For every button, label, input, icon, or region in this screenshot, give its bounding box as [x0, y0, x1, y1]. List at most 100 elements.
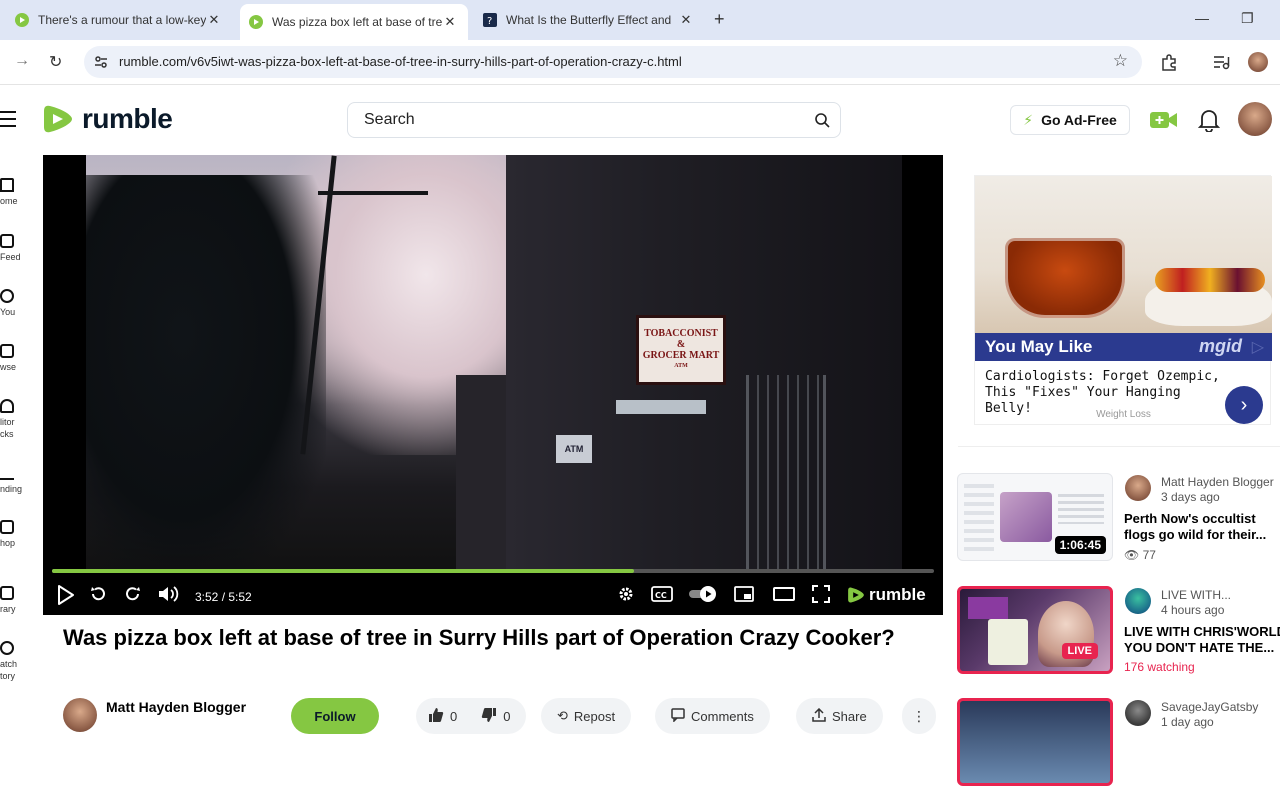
recommended-thumbnail[interactable]: LIVE [957, 586, 1113, 674]
share-button[interactable]: Share [796, 698, 883, 734]
ad-chevron-right-icon[interactable]: › [1225, 386, 1263, 424]
thumbs-down-icon[interactable] [481, 707, 497, 726]
sidebar-item-feed[interactable]: Feed [0, 234, 30, 263]
rumble-favicon-icon [248, 14, 264, 30]
user-avatar[interactable] [1238, 102, 1272, 136]
thumbs-up-icon[interactable] [428, 707, 444, 726]
close-tab-icon[interactable]: ✕ [678, 12, 694, 28]
thumb-text-lines [1058, 494, 1104, 524]
video-player[interactable]: TOBACCONIST & GROCER MART ATM ATM 3:52 /… [43, 155, 943, 615]
tab-title: Was pizza box left at base of tre [272, 15, 442, 29]
channel-avatar[interactable] [63, 698, 97, 732]
reload-icon[interactable]: ↻ [49, 52, 62, 72]
video-title: Was pizza box left at base of tree in Su… [63, 625, 895, 650]
sidebar-item-watch-history[interactable]: atch tory [0, 641, 30, 682]
media-controls-icon[interactable] [1213, 54, 1231, 75]
channel-avatar[interactable] [1125, 588, 1151, 614]
settings-gear-icon[interactable] [617, 585, 635, 608]
channel-name[interactable]: SavageJayGatsby [1161, 700, 1258, 714]
progress-bar[interactable] [52, 569, 934, 573]
player-controls: 3:52 / 5:52 CC rumble [43, 581, 943, 615]
more-options-button[interactable]: ⋮ [902, 698, 936, 734]
sign-text: TOBACCONIST [644, 328, 718, 339]
mgid-logo: mgid [1199, 336, 1242, 356]
recommended-thumbnail[interactable]: 1:06:45 [957, 473, 1113, 561]
close-tab-icon[interactable]: ✕ [206, 12, 222, 28]
restore-icon[interactable]: ❐ [1241, 10, 1254, 27]
share-icon [812, 707, 826, 725]
live-badge: LIVE [1061, 643, 1098, 659]
sidebar-item-home[interactable]: ome [0, 178, 30, 207]
video-frame[interactable]: TOBACCONIST & GROCER MART ATM ATM [86, 155, 902, 571]
new-tab-button[interactable]: + [714, 9, 725, 30]
upload-age: 4 hours ago [1161, 603, 1225, 617]
browser-tab-bar: There's a rumour that a low-key ✕ Was pi… [0, 0, 1280, 40]
notifications-bell-icon[interactable] [1197, 108, 1221, 137]
sidebar-item-trending[interactable]: nding [0, 466, 30, 495]
search-input[interactable] [364, 111, 784, 129]
search-icon[interactable] [814, 112, 830, 133]
sign-text: & [676, 339, 686, 350]
forward-icon[interactable]: → [14, 52, 30, 70]
forward-skip-icon[interactable] [124, 585, 142, 608]
comment-icon [671, 707, 685, 725]
ad-image[interactable] [975, 176, 1272, 333]
channel-name[interactable]: Matt Hayden Blogger [106, 699, 246, 715]
channel-name[interactable]: Matt Hayden Blogger [1161, 475, 1274, 489]
extensions-icon[interactable] [1160, 53, 1178, 76]
follow-button[interactable]: Follow [291, 698, 379, 734]
miniplayer-icon[interactable] [734, 585, 754, 608]
tab-title: There's a rumour that a low-key [38, 13, 206, 27]
go-ad-free-button[interactable]: ⚡ Go Ad-Free [1010, 105, 1130, 135]
recommended-title[interactable]: Perth Now's occultist flogs go wild for … [1124, 511, 1280, 543]
theater-mode-icon[interactable] [773, 585, 795, 608]
address-bar-row: → ↻ rumble.com/v6v5iwt-was-pizza-box-lef… [0, 40, 1280, 85]
rumble-logo[interactable]: rumble [42, 103, 173, 135]
channel-name[interactable]: LIVE WITH... [1161, 588, 1231, 602]
sidebar-item-library[interactable]: rary [0, 586, 30, 615]
comments-button[interactable]: Comments [655, 698, 770, 734]
sidebar-item-for-you[interactable]: You [0, 289, 30, 318]
autoplay-toggle-icon[interactable] [688, 585, 718, 608]
view-count-value: 77 [1142, 548, 1156, 562]
channel-avatar[interactable] [1125, 475, 1151, 501]
channel-avatar[interactable] [1125, 700, 1151, 726]
video-shop-sign: TOBACCONIST & GROCER MART ATM [636, 315, 726, 385]
sidebar-item-label: atch tory [0, 659, 18, 681]
player-logo-text: rumble [869, 585, 926, 604]
fullscreen-icon[interactable] [812, 585, 830, 608]
profile-avatar[interactable] [1248, 52, 1268, 72]
search-box[interactable] [347, 102, 841, 138]
recommended-thumbnail[interactable] [957, 698, 1113, 786]
player-rumble-logo[interactable]: rumble [847, 585, 926, 605]
captions-icon[interactable]: CC [651, 585, 673, 608]
sidebar-item-browse[interactable]: wse [0, 344, 30, 373]
upload-video-icon[interactable] [1150, 110, 1178, 135]
close-tab-icon[interactable]: ✕ [442, 14, 458, 30]
tab-pizza-box[interactable]: Was pizza box left at base of tre ✕ [240, 4, 468, 40]
tab-butterfly-effect[interactable]: ? What Is the Butterfly Effect and ✕ [476, 4, 704, 36]
home-icon [0, 178, 14, 192]
menu-icon[interactable] [0, 111, 16, 132]
tab-rumour[interactable]: There's a rumour that a low-key ✕ [8, 4, 232, 36]
video-trees [86, 175, 326, 571]
volume-icon[interactable] [157, 585, 179, 608]
sidebar-item-editor-picks[interactable]: litor cks [0, 399, 30, 440]
recommended-video[interactable]: LIVE LIVE WITH... 4 hours ago LIVE WITH … [957, 586, 1280, 676]
repost-button[interactable]: ⟲ Repost [541, 698, 632, 734]
rewind-icon[interactable] [89, 585, 107, 608]
bookmark-star-icon[interactable]: ☆ [1113, 51, 1128, 71]
sidebar-item-shop[interactable]: hop [0, 520, 30, 549]
omnibox[interactable]: rumble.com/v6v5iwt-was-pizza-box-left-at… [84, 46, 1142, 78]
advertisement[interactable]: You May Like mgid ▷ Cardiologists: Forge… [974, 175, 1272, 425]
recommended-video[interactable]: SavageJayGatsby 1 day ago [957, 698, 1280, 788]
upload-age: 1 day ago [1161, 715, 1214, 729]
repost-icon: ⟲ [557, 708, 568, 723]
video-duration: 1:06:45 [1054, 536, 1106, 554]
recommended-title[interactable]: LIVE WITH CHRIS'WORLD - YOU DON'T HATE T… [1124, 624, 1280, 656]
site-settings-icon[interactable] [93, 54, 109, 75]
minimize-icon[interactable]: — [1195, 10, 1209, 26]
play-icon[interactable] [57, 585, 75, 610]
recommended-video[interactable]: 1:06:45 Matt Hayden Blogger 3 days ago P… [957, 473, 1280, 563]
svg-text:?: ? [487, 16, 492, 27]
